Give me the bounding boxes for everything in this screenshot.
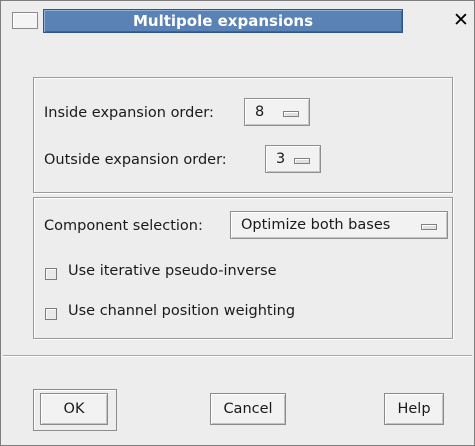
inside-order-value: 8	[255, 104, 265, 120]
iterative-pseudo-inverse-checkbox[interactable]	[45, 268, 57, 280]
close-icon[interactable]: ✕	[453, 9, 469, 31]
component-selection-value: Optimize both bases	[241, 217, 391, 233]
component-selection-option-menu[interactable]: Optimize both bases	[230, 211, 448, 239]
cancel-button[interactable]: Cancel	[210, 393, 286, 425]
title-bar: Multipole expansions	[11, 9, 463, 33]
option-menu-indicator-icon	[294, 158, 310, 164]
ok-button[interactable]: OK	[40, 393, 108, 425]
inside-order-label: Inside expansion order:	[44, 105, 214, 121]
iterative-pseudo-inverse-label[interactable]: Use iterative pseudo-inverse	[68, 263, 277, 279]
option-menu-indicator-icon	[421, 224, 437, 230]
expansion-order-group: Inside expansion order: 8 Outside expans…	[33, 77, 453, 193]
component-selection-label: Component selection:	[44, 218, 203, 234]
button-area-divider	[3, 355, 472, 357]
option-menu-indicator-icon	[283, 111, 299, 117]
window-menu-icon[interactable]	[12, 12, 38, 29]
component-selection-group: Component selection: Optimize both bases…	[33, 197, 453, 339]
help-button[interactable]: Help	[384, 393, 444, 425]
multipole-expansions-dialog: Multipole expansions ✕ Inside expansion …	[0, 0, 475, 446]
inside-order-option-menu[interactable]: 8	[244, 98, 310, 126]
window-title[interactable]: Multipole expansions	[43, 9, 403, 33]
outside-order-option-menu[interactable]: 3	[265, 145, 321, 173]
channel-position-weighting-checkbox[interactable]	[45, 308, 57, 320]
outside-order-value: 3	[276, 151, 286, 167]
outside-order-label: Outside expansion order:	[44, 152, 227, 168]
channel-position-weighting-label[interactable]: Use channel position weighting	[68, 303, 295, 319]
